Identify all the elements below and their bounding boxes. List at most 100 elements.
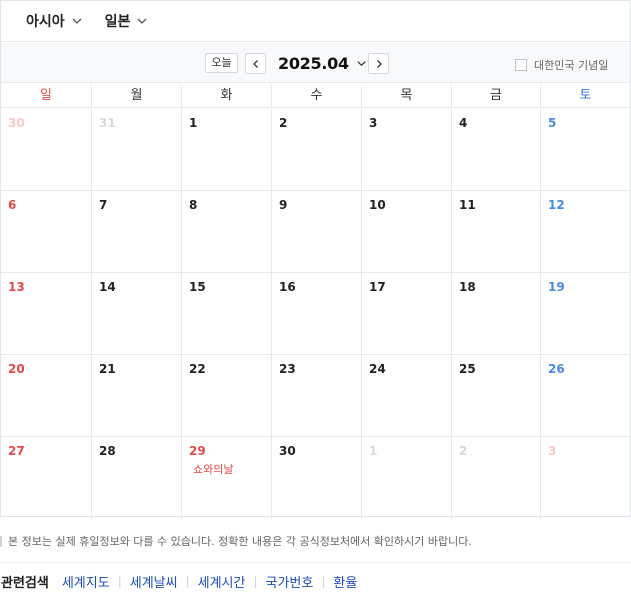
day-number: 22: [189, 362, 206, 376]
disclaimer-notice: 본 정보는 실제 휴일정보와 다를 수 있습니다. 정확한 내용은 각 공식정보…: [0, 533, 472, 549]
day-number: 7: [99, 198, 108, 212]
day-number: 8: [189, 198, 198, 212]
week-row: 6 7 8 9 10 11 12: [1, 191, 630, 273]
day-cell[interactable]: 29 쇼와의날: [182, 437, 272, 519]
day-number: 23: [279, 362, 296, 376]
month-dropdown[interactable]: 2025.04: [278, 50, 367, 76]
related-link[interactable]: 세계날씨: [130, 572, 178, 591]
link-separator: |: [117, 574, 122, 588]
holiday-toggle-label: 대한민국 기념일: [534, 59, 609, 72]
day-number: 14: [99, 280, 116, 294]
month-navigation: 오늘 2025.04 대한민국 기념일: [1, 43, 630, 83]
day-number: 18: [459, 280, 476, 294]
calendar-card: 아시아 일본 오늘 2025.04 대한민국 기념일 일월화수목금토 30 31 1…: [0, 0, 631, 519]
continent-label: 아시아: [26, 14, 65, 30]
day-cell[interactable]: 6: [1, 191, 92, 272]
day-number: 24: [369, 362, 386, 376]
day-number: 20: [8, 362, 25, 376]
prev-month-button[interactable]: [245, 53, 266, 74]
holiday-checkbox[interactable]: [515, 59, 527, 71]
related-link[interactable]: 세계지도: [62, 572, 110, 591]
chevron-down-icon: [72, 18, 82, 24]
day-number: 11: [459, 198, 476, 212]
day-cell[interactable]: 3: [362, 109, 452, 190]
day-number: 1: [369, 444, 378, 458]
day-number: 28: [99, 444, 116, 458]
chevron-right-icon: [376, 59, 382, 68]
day-number: 12: [548, 198, 565, 212]
day-cell[interactable]: 18: [452, 273, 541, 354]
day-number: 6: [8, 198, 17, 212]
week-row: 27 28 29 쇼와의날 30 1 2 3: [1, 437, 630, 519]
weekday-label: 일: [1, 84, 92, 108]
day-cell[interactable]: 5: [541, 109, 630, 190]
related-link[interactable]: 국가번호: [266, 572, 314, 591]
day-number: 10: [369, 198, 386, 212]
day-cell[interactable]: 15: [182, 273, 272, 354]
day-cell[interactable]: 8: [182, 191, 272, 272]
link-separator: |: [185, 574, 190, 588]
next-month-button[interactable]: [368, 53, 389, 74]
calendar-grid: 30 31 1 2 3 4 5 6 7 8 9 10 11 12 13 14 15 16 17 18 19 20 21 22 2…: [1, 109, 630, 519]
day-cell[interactable]: 7: [92, 191, 182, 272]
day-cell[interactable]: 1: [182, 109, 272, 190]
day-cell[interactable]: 30: [272, 437, 362, 519]
weekday-label: 금: [452, 84, 541, 108]
day-cell[interactable]: 13: [1, 273, 92, 354]
month-label: 2025.04: [278, 53, 349, 73]
day-cell[interactable]: 11: [452, 191, 541, 272]
related-search: 관련검색 세계지도 | 세계날씨 | 세계시간 | 국가번호 | 환율: [0, 562, 631, 599]
day-number: 21: [99, 362, 116, 376]
day-cell[interactable]: 20: [1, 355, 92, 436]
day-number: 15: [189, 280, 206, 294]
day-cell[interactable]: 26: [541, 355, 630, 436]
day-cell[interactable]: 3: [541, 437, 630, 519]
chevron-down-icon: [137, 18, 147, 24]
day-number: 3: [369, 116, 378, 130]
day-cell[interactable]: 24: [362, 355, 452, 436]
related-link[interactable]: 환율: [333, 572, 357, 591]
day-cell[interactable]: 21: [92, 355, 182, 436]
day-cell[interactable]: 28: [92, 437, 182, 519]
related-link[interactable]: 세계시간: [198, 572, 246, 591]
day-cell[interactable]: 22: [182, 355, 272, 436]
holiday-name: 쇼와의날: [193, 463, 234, 476]
country-dropdown[interactable]: 일본: [105, 1, 149, 42]
day-cell[interactable]: 27: [1, 437, 92, 519]
day-number: 5: [548, 116, 557, 130]
day-number: 2: [279, 116, 288, 130]
day-number: 13: [8, 280, 25, 294]
day-number: 3: [548, 444, 557, 458]
day-cell[interactable]: 2: [272, 109, 362, 190]
day-cell[interactable]: 9: [272, 191, 362, 272]
day-cell[interactable]: 31: [92, 109, 182, 190]
day-cell[interactable]: 23: [272, 355, 362, 436]
notice-marker: [0, 535, 2, 547]
day-cell[interactable]: 25: [452, 355, 541, 436]
day-cell[interactable]: 16: [272, 273, 362, 354]
day-number: 17: [369, 280, 386, 294]
day-cell[interactable]: 4: [452, 109, 541, 190]
weekday-label: 토: [579, 88, 592, 103]
notice-text: 본 정보는 실제 휴일정보와 다를 수 있습니다. 정확한 내용은 각 공식정보…: [8, 535, 472, 548]
day-cell[interactable]: 1: [362, 437, 452, 519]
day-cell[interactable]: 2: [452, 437, 541, 519]
day-cell[interactable]: 14: [92, 273, 182, 354]
weekday-label: 수: [272, 84, 362, 108]
day-cell[interactable]: 30: [1, 109, 92, 190]
region-selector-bar: 아시아 일본: [1, 1, 630, 42]
day-cell[interactable]: 10: [362, 191, 452, 272]
day-cell[interactable]: 17: [362, 273, 452, 354]
today-button[interactable]: 오늘: [205, 53, 238, 73]
weekday-label: 월: [92, 84, 182, 108]
day-number: 29: [189, 444, 206, 458]
continent-dropdown[interactable]: 아시아: [26, 1, 83, 42]
day-number: 31: [99, 116, 116, 130]
korea-holiday-toggle[interactable]: 대한민국 기념일: [515, 57, 608, 73]
day-number: 26: [548, 362, 565, 376]
weekday-header: 일월화수목금 토: [1, 84, 630, 108]
day-number: 1: [189, 116, 198, 130]
week-row: 30 31 1 2 3 4 5: [1, 109, 630, 191]
day-cell[interactable]: 12: [541, 191, 630, 272]
day-cell[interactable]: 19: [541, 273, 630, 354]
